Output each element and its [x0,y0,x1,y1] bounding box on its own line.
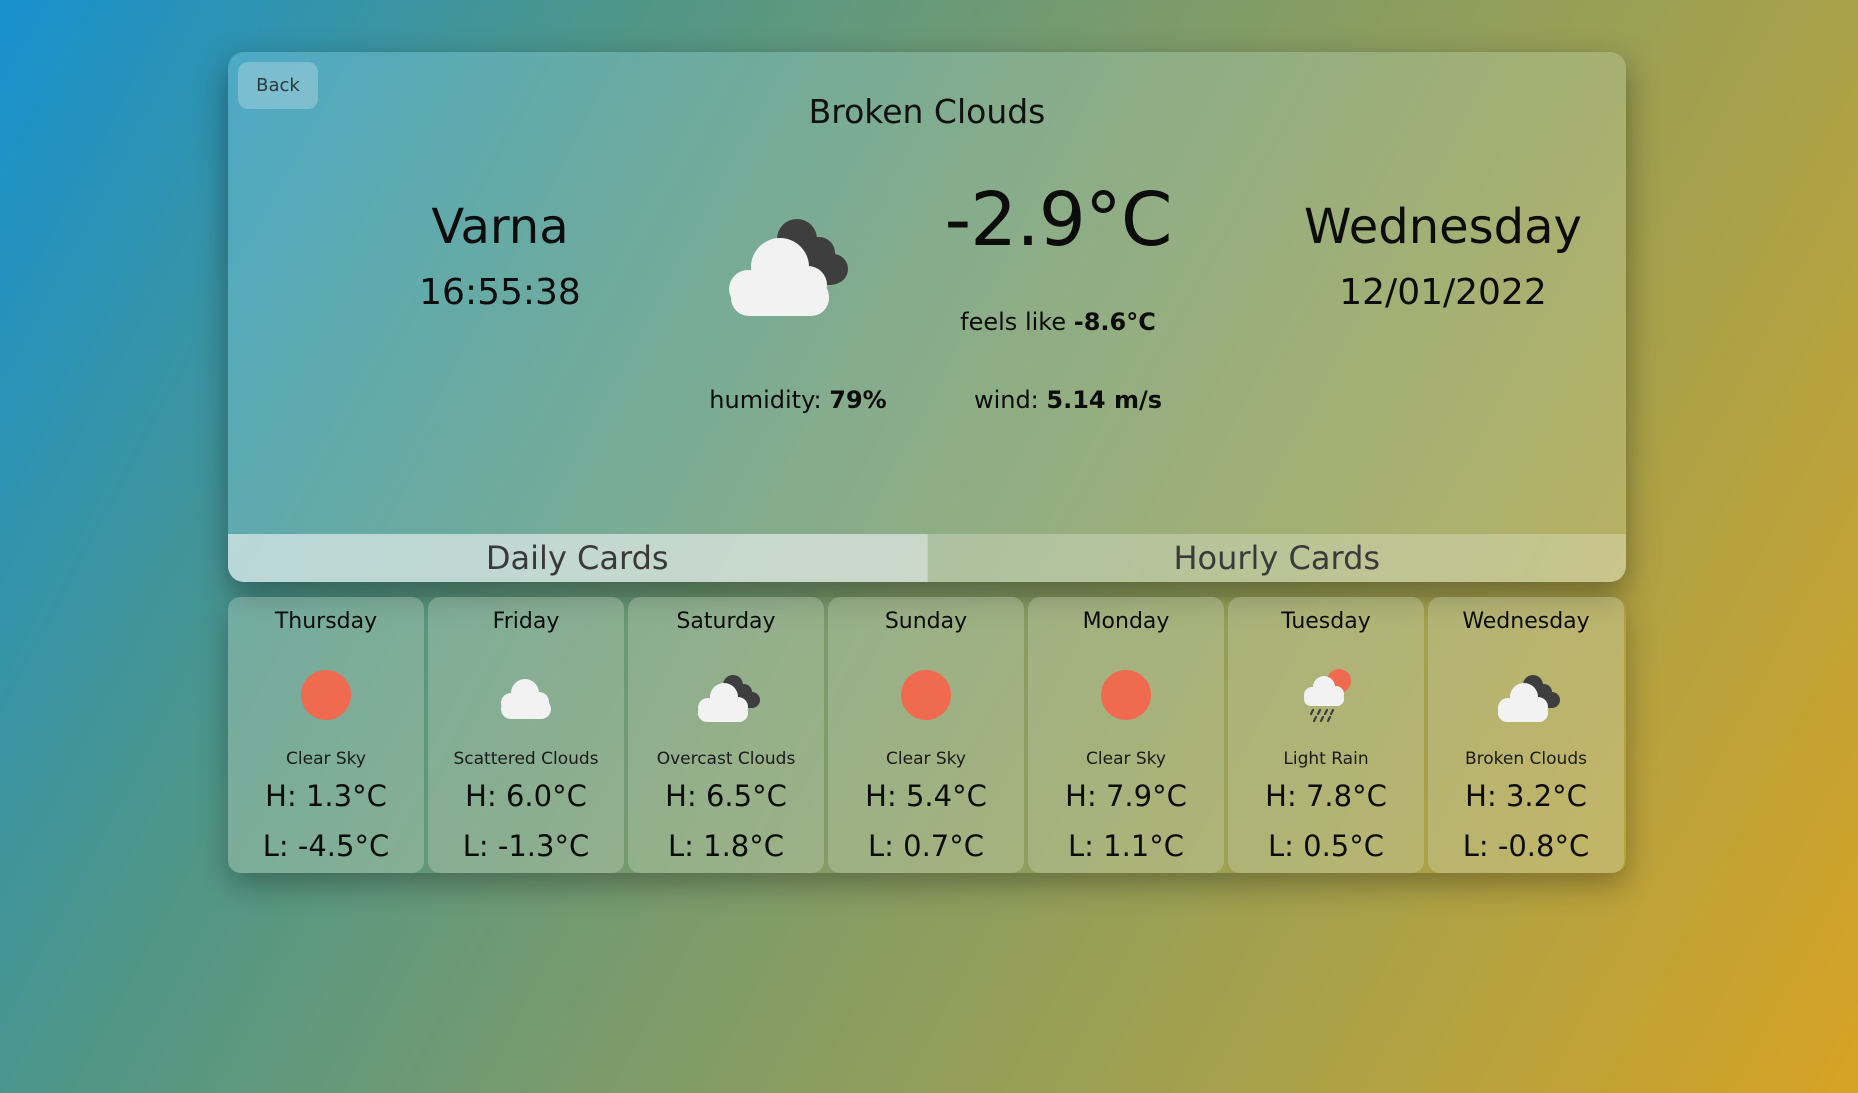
daily-cards: Thursday Clear Sky H: 1.3°C L: -4.5°C Fr… [228,597,1626,873]
feels-like-value: -8.6°C [1073,308,1156,336]
clear-sky-icon [1101,670,1151,720]
light-rain-icon [1304,669,1351,723]
card-description: Clear Sky [1086,749,1166,769]
card-description: Clear Sky [286,749,366,769]
card-low: L: -4.5°C [262,829,390,863]
humidity-label: humidity: [709,386,822,414]
wind-value: 5.14 m/s [1046,386,1163,414]
daily-card[interactable]: Saturday Overcast Clouds H: 6.5°C L: 1.8… [628,597,824,873]
card-description: Light Rain [1283,749,1369,769]
card-low: L: 0.5°C [1267,829,1384,863]
card-day: Monday [1082,609,1170,634]
current-date: 12/01/2022 [1339,272,1547,313]
card-high: H: 6.5°C [665,779,787,813]
card-day: Wednesday [1462,609,1590,634]
card-high: H: 5.4°C [865,779,987,813]
city-name: Varna [431,199,569,255]
tab-hourly-cards[interactable]: Hourly Cards [926,534,1626,582]
card-low: L: -0.8°C [1462,829,1590,863]
tab-daily-cards[interactable]: Daily Cards [228,534,927,582]
card-high: H: 6.0°C [465,779,587,813]
card-high: H: 7.8°C [1265,779,1387,813]
card-low: L: -1.3°C [462,829,590,863]
card-description: Clear Sky [886,749,966,769]
humidity-value: 79% [829,386,887,414]
card-day: Friday [492,609,560,634]
current-day: Wednesday [1304,199,1582,255]
card-high: H: 1.3°C [265,779,387,813]
broken-clouds-icon [729,219,848,316]
daily-card[interactable]: Sunday Clear Sky H: 5.4°C L: 0.7°C [828,597,1024,873]
card-high: H: 7.9°C [1065,779,1187,813]
card-description: Scattered Clouds [453,749,599,769]
daily-card[interactable]: Thursday Clear Sky H: 1.3°C L: -4.5°C [228,597,424,873]
card-day: Saturday [676,609,776,634]
card-day: Thursday [274,609,378,634]
current-condition: Broken Clouds [808,92,1046,131]
wind: wind: 5.14 m/s [938,386,1198,414]
current-time: 16:55:38 [419,272,581,313]
card-day: Sunday [884,609,968,634]
daily-card[interactable]: Tuesday Light Rain H: 7.8°C L: 0.5°C [1228,597,1424,873]
wind-label: wind: [973,386,1039,414]
card-description: Overcast Clouds [656,749,796,769]
overcast-clouds-icon [698,675,760,722]
card-day: Tuesday [1281,609,1371,634]
card-low: L: 1.1°C [1067,829,1184,863]
card-low: L: 1.8°C [667,829,784,863]
scattered-clouds-icon [501,679,551,719]
clear-sky-icon [901,670,951,720]
feels-like: feels like -8.6°C [908,308,1208,336]
daily-card[interactable]: Wednesday Broken Clouds H: 3.2°C L: -0.8… [1428,597,1624,873]
card-high: H: 3.2°C [1465,779,1587,813]
daily-card[interactable]: Monday Clear Sky H: 7.9°C L: 1.1°C [1028,597,1224,873]
daily-card[interactable]: Friday Scattered Clouds H: 6.0°C L: -1.3… [428,597,624,873]
feels-like-label: feels like [960,308,1067,336]
current-temperature: -2.9°C [944,177,1172,263]
card-tabs: Daily Cards Hourly Cards [228,534,1626,582]
humidity: humidity: 79% [668,386,928,414]
card-low: L: 0.7°C [867,829,984,863]
broken-clouds-icon [1498,675,1560,722]
card-description: Broken Clouds [1465,749,1587,769]
current-weather-panel: Back Broken Clouds Varna 16:55:38 -2.9°C… [228,52,1626,582]
clear-sky-icon [301,670,351,720]
